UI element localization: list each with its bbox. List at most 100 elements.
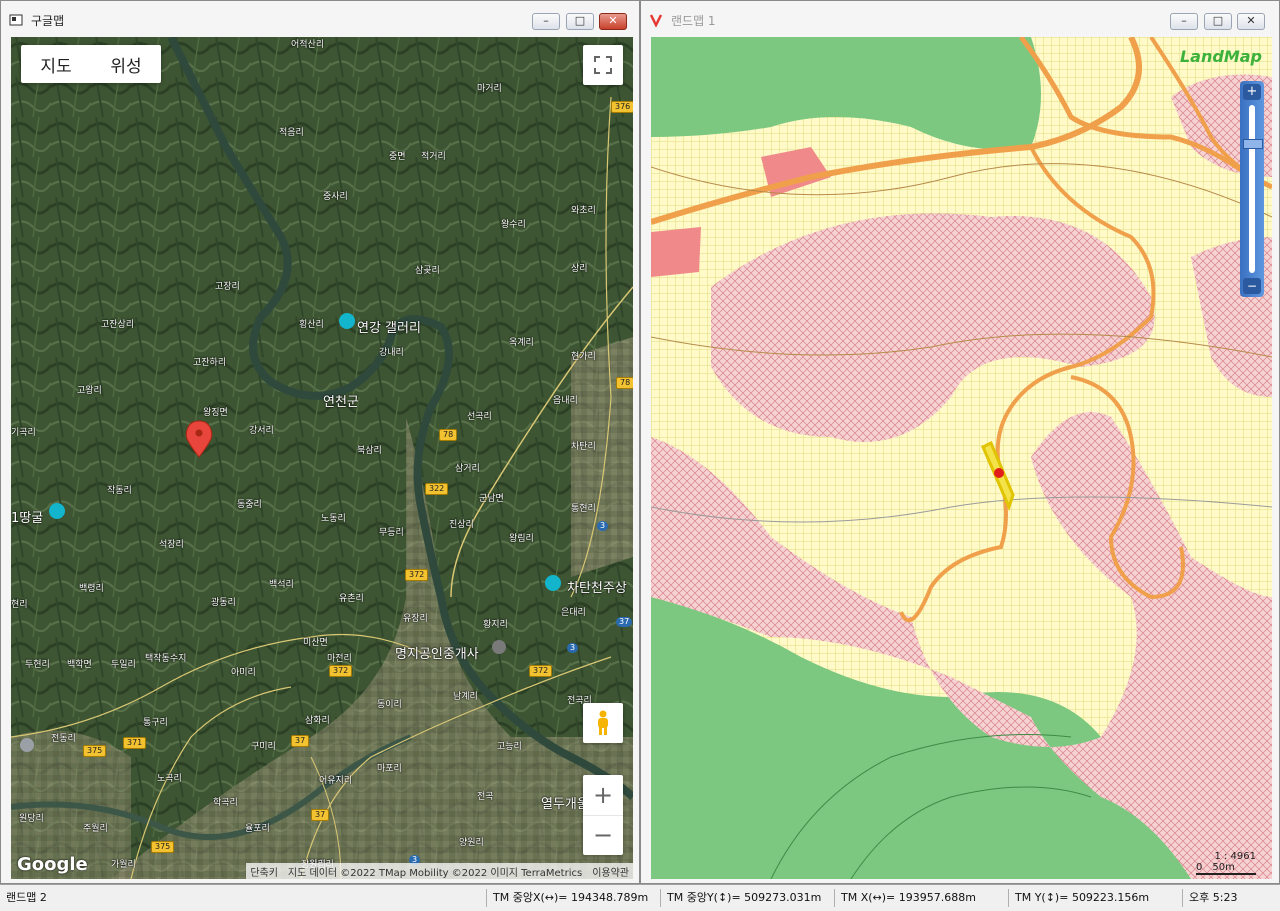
road-number-shield: 37 [616, 617, 633, 627]
place-label: 차탄리 [571, 442, 596, 452]
tm-center-x: TM 중앙X(↔)= 194348.789m [486, 889, 648, 907]
road-number-shield: 371 [123, 737, 147, 749]
tm-center-y: TM 중앙Y(↕)= 509273.031m [660, 889, 821, 907]
place-label: 연천군 [323, 395, 359, 410]
place-label: 삼화리 [305, 716, 330, 726]
satellite-map[interactable]: 어적산리 마거리 적음리 중면 적거리 중사리 왕수리 와초리 삼곶리 상리 고장리 고잔상리 횡산리 연… [11, 37, 633, 879]
zoom-thumb[interactable] [1243, 139, 1263, 149]
zoom-out-button[interactable]: − [583, 816, 623, 856]
maximize-button[interactable]: □ [566, 13, 594, 30]
place-label: 선곡리 [467, 412, 492, 422]
scale-bar: 1 : 4961 0 50m [1196, 851, 1256, 875]
place-label: 왕징면 [203, 408, 228, 418]
gallery-poi-icon[interactable] [339, 313, 355, 329]
close-button[interactable]: ✕ [599, 13, 627, 30]
transit-poi-icon[interactable] [20, 738, 34, 752]
place-label: 고왕리 [77, 386, 102, 396]
minimize-button[interactable]: – [532, 13, 560, 30]
place-label: 석장리 [159, 540, 184, 550]
scale-end: 50m [1212, 862, 1235, 873]
landmap-app-icon [649, 14, 663, 27]
place-label: 왕수리 [501, 220, 526, 230]
camera-poi-icon[interactable] [545, 575, 561, 591]
title-bar[interactable]: 구글맵 – □ ✕ [1, 1, 639, 37]
place-label: 강내리 [379, 348, 404, 358]
place-label: 마포리 [377, 764, 402, 774]
place-label: 적음리 [279, 128, 304, 138]
place-label: 양원리 [459, 838, 484, 848]
place-label: 유촌리 [339, 594, 364, 604]
place-label: 와초리 [571, 206, 596, 216]
road-number-shield: 372 [405, 569, 429, 581]
place-label: 학곡리 [213, 798, 238, 808]
place-label: 연강 갤러리 [357, 321, 421, 336]
status-bar: 랜드맵 2 TM 중앙X(↔)= 194348.789m TM 중앙Y(↕)= … [0, 884, 1280, 911]
scale-ratio: 1 : 4961 [1214, 851, 1256, 862]
place-label: 통구리 [143, 718, 168, 728]
place-label: 북삼리 [357, 446, 382, 456]
close-button[interactable]: ✕ [1237, 13, 1265, 30]
place-label: 옥계리 [509, 338, 534, 348]
title-bar[interactable]: 랜드맵 1 – □ ✕ [641, 1, 1279, 37]
zoom-in-button[interactable]: + [583, 775, 623, 816]
place-label: 진상리 [449, 520, 474, 530]
tab-satellite[interactable]: 위성 [91, 45, 161, 83]
location-marker-icon[interactable] [994, 468, 1004, 478]
scale-line: 0 50m [1196, 862, 1256, 875]
place-label: 마거리 [477, 84, 502, 94]
zoom-control: + − [583, 775, 623, 855]
app-icon [9, 14, 23, 26]
place-label: 전곡 [477, 792, 494, 802]
road-number-shield: 3 [567, 643, 579, 653]
tm-y: TM Y(↕)= 509223.156m [1008, 889, 1149, 907]
tunnel-poi-icon[interactable] [49, 503, 65, 519]
place-label: 횡산리 [299, 320, 324, 330]
place-label: 읍내리 [553, 396, 578, 406]
place-label: 기곡리 [11, 428, 36, 438]
fullscreen-button[interactable] [583, 45, 623, 85]
place-label: 어적산리 [291, 40, 325, 50]
terms-link[interactable]: 이용약관 [592, 864, 629, 879]
place-label: 구미리 [251, 742, 276, 752]
maximize-button[interactable]: □ [1204, 13, 1232, 30]
map-type-toggle[interactable]: 지도 위성 [21, 45, 161, 83]
zoom-track[interactable] [1249, 105, 1255, 273]
cadastral-map[interactable]: LandMap + − 1 : 4961 0 50m [651, 37, 1272, 879]
road-number-shield: 375 [83, 745, 107, 757]
road-number-shield: 322 [425, 483, 449, 495]
zoom-out-button[interactable]: − [1243, 278, 1261, 294]
place-label: 고장리 [215, 282, 240, 292]
place-label: 은대리 [561, 608, 586, 618]
shortcuts-link[interactable]: 단축키 [250, 864, 278, 879]
place-label: 노곡리 [157, 774, 182, 784]
place-label: 군남면 [479, 494, 504, 504]
google-map-window: 구글맵 – □ ✕ 어적산리 마거리 적음리 중면 적거리 중사리 왕수리 와초… [0, 0, 640, 884]
google-logo: Google [17, 854, 88, 875]
scale-start: 0 [1196, 862, 1203, 873]
place-label: 남계리 [453, 692, 478, 702]
fullscreen-icon [594, 56, 612, 74]
place-label: 고능리 [497, 742, 522, 752]
road-number-shield: 375 [151, 841, 175, 853]
road-number-shield: 3 [597, 521, 609, 531]
tab-map[interactable]: 지도 [21, 45, 91, 83]
place-label: 백석리 [269, 580, 294, 590]
place-label: 적거리 [421, 152, 446, 162]
place-label: 삼거리 [455, 464, 480, 474]
road-number-shield: 376 [611, 101, 633, 113]
status-app-name: 랜드맵 2 [6, 891, 47, 904]
place-label: 유장리 [403, 614, 428, 624]
window-title: 구글맵 [31, 14, 65, 28]
minimize-button[interactable]: – [1170, 13, 1198, 30]
zoom-slider[interactable]: + − [1240, 81, 1264, 297]
place-label: 상리 [571, 264, 588, 274]
place-label: 광동리 [211, 598, 236, 608]
place-label: 작동리 [107, 486, 132, 496]
street-view-button[interactable] [583, 703, 623, 743]
place-label: 전동리 [51, 734, 76, 744]
place-label: 삼곶리 [415, 266, 440, 276]
zoom-in-button[interactable]: + [1243, 84, 1261, 100]
landmap-logo: LandMap [1179, 47, 1262, 66]
business-poi-icon[interactable] [492, 640, 506, 654]
place-label: 아미리 [231, 668, 256, 678]
